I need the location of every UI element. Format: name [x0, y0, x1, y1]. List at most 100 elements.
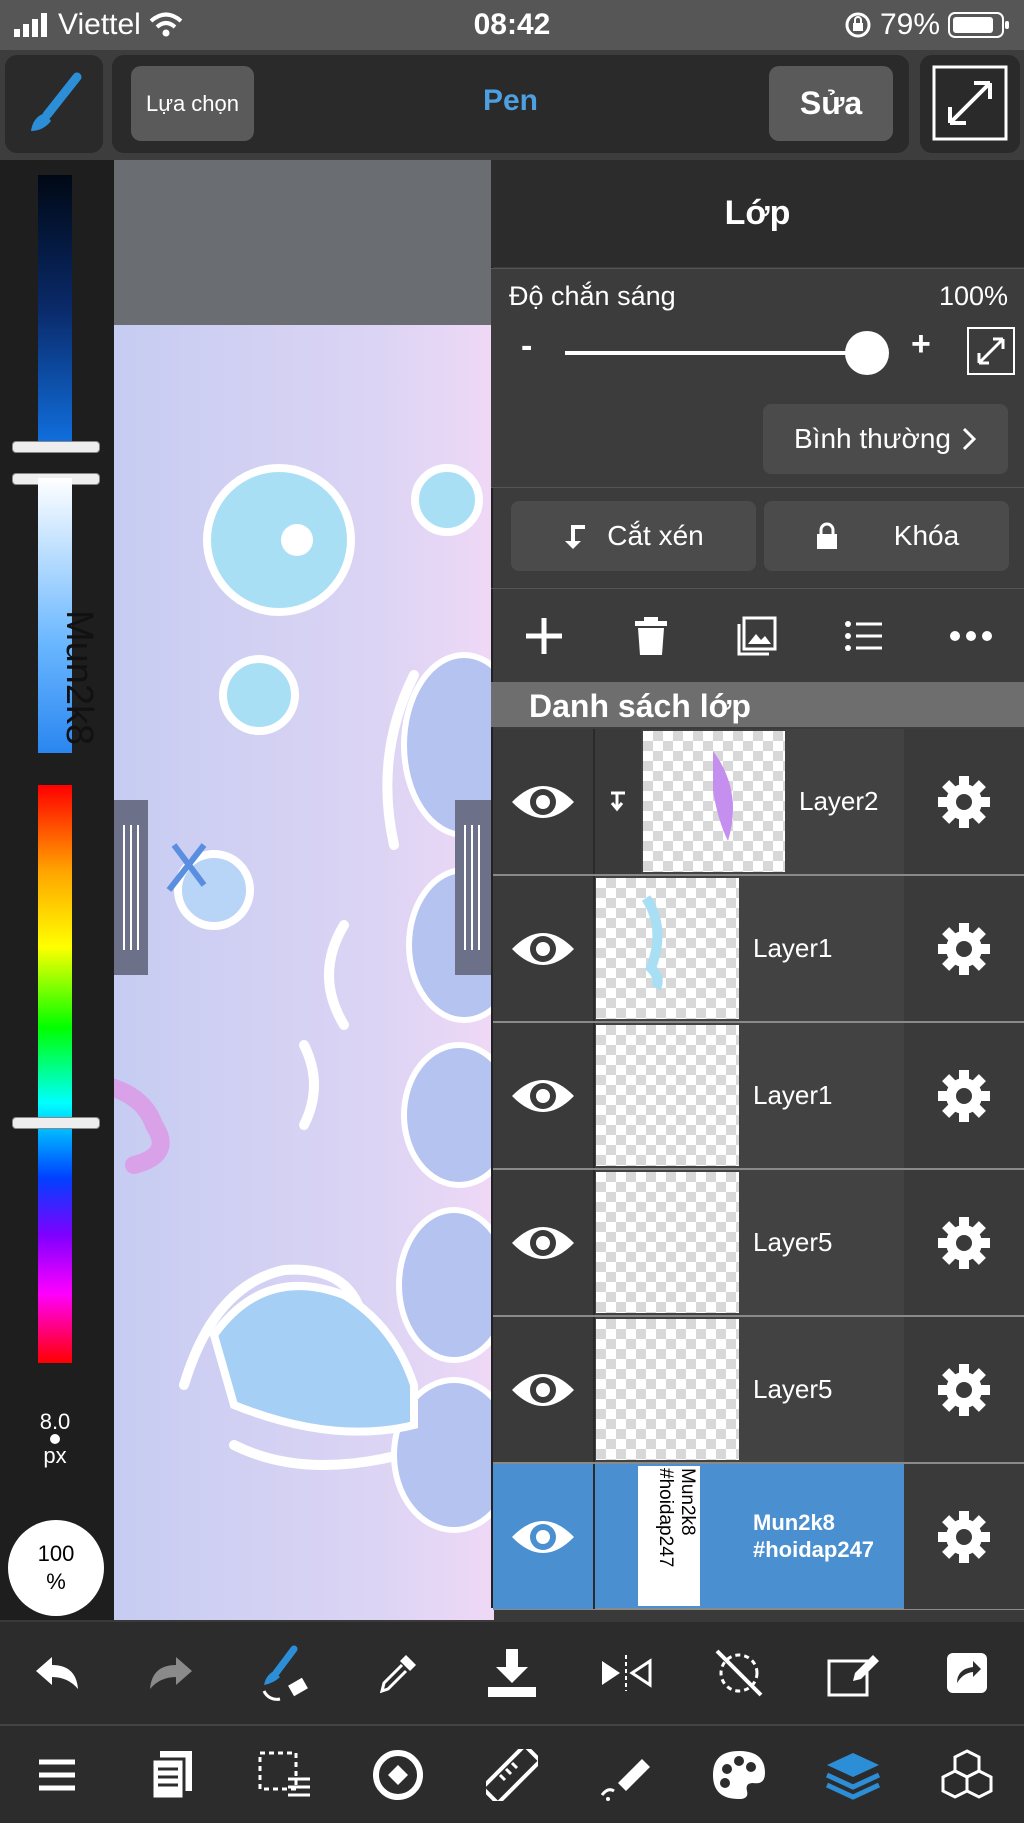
- layer-row[interactable]: Layer5: [493, 1170, 1024, 1317]
- edit-button[interactable]: Sửa: [769, 66, 893, 141]
- more-icon: [949, 631, 992, 641]
- layer-row[interactable]: Layer1: [493, 876, 1024, 1023]
- ruler-button[interactable]: [480, 1743, 544, 1807]
- layer-opacity-row: Độ chắn sáng 100% - +: [491, 268, 1024, 390]
- brush-icon: [31, 72, 82, 131]
- rotation-lock-icon: [845, 12, 871, 38]
- layer-thumbnail: [596, 1319, 739, 1460]
- layer-visibility-toggle[interactable]: [493, 729, 595, 874]
- layer-settings-button[interactable]: [904, 1170, 1024, 1315]
- gear-icon: [938, 922, 990, 975]
- eye-icon: [512, 1520, 574, 1553]
- layer-visibility-toggle[interactable]: [493, 876, 595, 1021]
- layer-thumbnail: [596, 878, 739, 1019]
- layer-row[interactable]: Layer2: [493, 729, 1024, 876]
- layer-name: Layer1: [753, 1080, 833, 1110]
- layer-row-selected[interactable]: Mun2k8 #hoidap247 Mun2k8 #hoidap247: [493, 1464, 1024, 1610]
- bottom-toolbar-main: [0, 1724, 1024, 1823]
- hue-slider[interactable]: [38, 785, 72, 1363]
- opacity-increase-button[interactable]: +: [911, 325, 931, 364]
- layer-settings-button[interactable]: [904, 1023, 1024, 1168]
- layer-name: Layer2: [799, 786, 879, 816]
- layer-settings-button[interactable]: [904, 1464, 1024, 1609]
- rotate-off-icon: [716, 1649, 763, 1697]
- brightness-knob[interactable]: [12, 441, 100, 453]
- clipping-button[interactable]: Cắt xén: [511, 501, 756, 571]
- lock-icon: [816, 522, 837, 549]
- add-layer-button[interactable]: [512, 604, 576, 668]
- panel-drag-handle-right[interactable]: [455, 800, 491, 975]
- brush-eraser-swap-button[interactable]: [252, 1641, 316, 1705]
- more-options-button[interactable]: [939, 604, 1003, 668]
- layer-visibility-toggle[interactable]: [493, 1023, 595, 1168]
- brush-size-value: 8.0: [39, 1409, 71, 1434]
- layer-clip-indicator: [595, 729, 641, 874]
- gear-icon: [938, 1510, 990, 1563]
- selection-icon: [258, 1751, 311, 1796]
- battery-percent: 79%: [879, 8, 940, 41]
- share-button[interactable]: [935, 1641, 999, 1705]
- transform-icon: [827, 1655, 880, 1697]
- canvas-text: Mun2k8: [58, 610, 100, 746]
- brush-tool-button[interactable]: [5, 55, 103, 153]
- layer-thumbnail: Mun2k8 #hoidap247: [638, 1466, 700, 1606]
- layers-button[interactable]: [821, 1743, 885, 1807]
- layer-settings-button[interactable]: [904, 1317, 1024, 1462]
- opacity-decrease-button[interactable]: -: [521, 327, 532, 366]
- redo-icon: [149, 1657, 192, 1689]
- grip-icon: [123, 825, 139, 950]
- gear-icon: [938, 1363, 990, 1416]
- drawing-canvas[interactable]: [114, 325, 494, 1620]
- rotate-off-button[interactable]: [707, 1641, 771, 1705]
- layer-list-button[interactable]: [832, 604, 896, 668]
- fill-icon: [600, 1758, 650, 1801]
- hue-knob[interactable]: [12, 1117, 100, 1129]
- undo-button[interactable]: [25, 1641, 89, 1705]
- layer-visibility-toggle[interactable]: [493, 1464, 595, 1609]
- opacity-expand-button[interactable]: [967, 327, 1015, 375]
- bottom-toolbar-actions: [0, 1622, 1024, 1724]
- pages-button[interactable]: [139, 1743, 203, 1807]
- expand-icon: [977, 337, 1005, 365]
- fill-tool-button[interactable]: [594, 1743, 658, 1807]
- redo-button[interactable]: [139, 1641, 203, 1705]
- add-image-layer-button[interactable]: [725, 604, 789, 668]
- layer-opacity-value: 100%: [938, 281, 1008, 311]
- lasso-button[interactable]: [366, 1743, 430, 1807]
- blend-mode-button[interactable]: Bình thường: [763, 404, 1008, 474]
- chevron-right-icon: [962, 427, 977, 451]
- pages-icon: [150, 1750, 192, 1800]
- menu-button[interactable]: [25, 1743, 89, 1807]
- menu-icon: [38, 1759, 75, 1790]
- delete-layer-button[interactable]: [619, 604, 683, 668]
- layer-visibility-toggle[interactable]: [493, 1317, 595, 1462]
- eye-icon: [512, 1079, 574, 1112]
- thumbnail-text: Mun2k8 #hoidap247: [655, 1468, 698, 1568]
- layer-name: Mun2k8 #hoidap247: [753, 1510, 875, 1562]
- materials-button[interactable]: [935, 1743, 999, 1807]
- palette-button[interactable]: [707, 1743, 771, 1807]
- lock-button[interactable]: Khóa: [764, 501, 1009, 571]
- brush-size-readout[interactable]: 8.0 px: [0, 1410, 110, 1468]
- flip-button[interactable]: [594, 1641, 658, 1705]
- layer-actions-row: [491, 590, 1024, 682]
- brightness-slider[interactable]: [38, 175, 72, 445]
- lock-label: Khóa: [893, 520, 960, 551]
- brush-opacity-value: 100: [37, 1541, 75, 1566]
- layer-thumbnail: [596, 1172, 739, 1313]
- layer-opacity-slider[interactable]: [565, 351, 887, 355]
- transform-button[interactable]: [821, 1641, 885, 1705]
- fullscreen-button[interactable]: [920, 55, 1020, 153]
- layer-row[interactable]: Layer5: [493, 1317, 1024, 1464]
- save-button[interactable]: [480, 1641, 544, 1705]
- ruler-icon: [485, 1748, 538, 1801]
- eyedropper-button[interactable]: [366, 1641, 430, 1705]
- selection-layer-button[interactable]: [252, 1743, 316, 1807]
- brush-opacity-button[interactable]: 100 %: [8, 1520, 104, 1616]
- panel-drag-handle-left[interactable]: [114, 800, 148, 975]
- layer-visibility-toggle[interactable]: [493, 1170, 595, 1315]
- layer-opacity-knob[interactable]: [845, 331, 889, 375]
- layer-settings-button[interactable]: [904, 729, 1024, 874]
- layer-settings-button[interactable]: [904, 876, 1024, 1021]
- layer-row[interactable]: Layer1: [493, 1023, 1024, 1170]
